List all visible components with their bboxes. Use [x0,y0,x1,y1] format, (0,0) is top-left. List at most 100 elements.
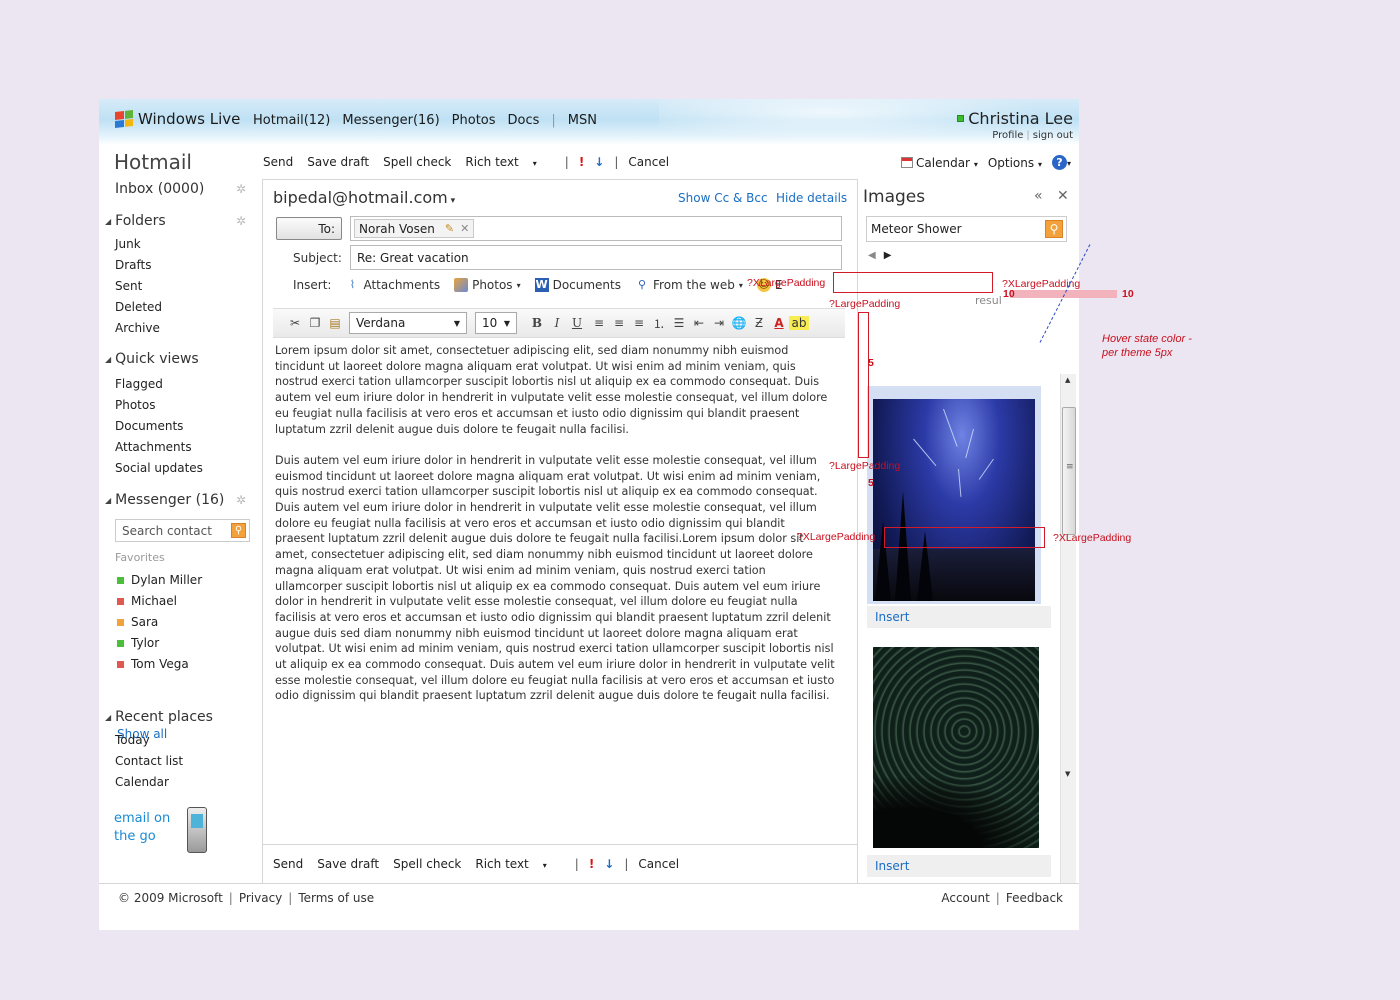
indent-icon[interactable]: ⇥ [709,316,729,330]
highlight-icon[interactable]: ab [789,316,809,330]
numbered-list-icon[interactable]: ⒈ [649,315,669,332]
contact-item[interactable]: Dylan Miller [117,570,202,591]
messenger-header[interactable]: ◢ Messenger (16) [105,492,224,508]
recent-today[interactable]: Today [115,730,183,751]
send-button[interactable]: Send [263,155,293,169]
scroll-thumb[interactable] [1062,407,1076,535]
spell-check-button[interactable]: Spell check [393,857,461,871]
font-select[interactable]: Verdana ▼ [349,312,467,334]
insert-from-web[interactable]: ⚲ From the web ▾ [635,278,743,292]
hide-details-link[interactable]: Hide details [776,191,847,205]
cut-icon[interactable]: ✂ [285,316,305,330]
nav-hotmail[interactable]: Hotmail(12) [253,113,330,128]
nav-messenger[interactable]: Messenger(16) [342,113,439,128]
low-importance-icon[interactable]: ↓ [594,155,604,169]
recent-calendar[interactable]: Calendar [115,772,183,793]
close-icon[interactable]: ✕ [1057,188,1069,204]
recent-contact-list[interactable]: Contact list [115,751,183,772]
high-importance-icon[interactable]: ! [579,155,584,169]
font-size-select[interactable]: 10 ▼ [475,312,517,334]
profile-link[interactable]: Profile [992,130,1023,141]
paste-icon[interactable]: ▤ [325,316,345,330]
next-arrow-icon[interactable]: ▶ [884,250,892,261]
user-name[interactable]: Christina Lee [968,109,1073,128]
quickview-attachments[interactable]: Attachments [115,437,203,458]
cancel-button[interactable]: Cancel [628,155,669,169]
from-selector[interactable]: bipedal@hotmail.com ▾ [273,188,455,207]
insert-photos[interactable]: Photos ▾ [454,278,521,292]
image-search-input[interactable]: Meteor Shower ⚲ [866,216,1067,242]
quickview-documents[interactable]: Documents [115,416,203,437]
contact-item[interactable]: Michael [117,591,202,612]
nav-docs[interactable]: Docs [508,113,540,128]
meteor-shower-image-1[interactable] [873,399,1035,601]
contact-item[interactable]: Tylor [117,633,202,654]
messenger-gear-icon[interactable]: ✲ [236,494,247,506]
quickview-photos[interactable]: Photos [115,395,203,416]
images-scrollbar[interactable]: ▲ ▼ [1060,374,1076,930]
to-field[interactable]: Norah Vosen ✎ ✕ [350,216,842,241]
bulleted-list-icon[interactable]: ☰ [669,316,689,330]
inbox-gear-icon[interactable]: ✲ [236,183,247,195]
folders-gear-icon[interactable]: ✲ [236,215,247,227]
remove-icon[interactable]: ✕ [460,222,469,235]
message-body[interactable]: Lorem ipsum dolor sit amet, consectetuer… [275,343,835,720]
high-importance-icon[interactable]: ! [589,857,594,871]
align-right-icon[interactable]: ≡ [629,316,649,330]
align-left-icon[interactable]: ≡ [589,316,609,330]
cancel-button[interactable]: Cancel [638,857,679,871]
folder-deleted[interactable]: Deleted [115,297,162,318]
italic-icon[interactable]: I [547,316,567,330]
outdent-icon[interactable]: ⇤ [689,316,709,330]
subject-field[interactable]: Re: Great vacation [350,245,842,270]
low-importance-icon[interactable]: ↓ [604,857,614,871]
recipient-chip[interactable]: Norah Vosen ✎ ✕ [354,219,475,238]
insert-attachments[interactable]: ⌇ Attachments [345,278,440,292]
search-icon[interactable]: ⚲ [1045,220,1063,238]
folder-sent[interactable]: Sent [115,276,162,297]
save-draft-button[interactable]: Save draft [317,857,379,871]
nav-photos[interactable]: Photos [452,113,496,128]
bold-icon[interactable]: B [527,316,547,330]
insert-image-button[interactable]: Insert [867,855,1051,877]
quick-views-header[interactable]: ◢ Quick views [105,351,199,367]
folders-header[interactable]: ◢ Folders [105,213,166,229]
scroll-up-icon[interactable]: ▲ [1065,376,1070,384]
recent-places-header[interactable]: ◢ Recent places [105,709,213,725]
copy-icon[interactable]: ❐ [305,316,325,330]
folder-archive[interactable]: Archive [115,318,162,339]
terms-link[interactable]: Terms of use [298,891,374,905]
contact-item[interactable]: Sara [117,612,202,633]
prev-arrow-icon[interactable]: ◀ [868,250,876,261]
nav-msn[interactable]: MSN [568,113,597,128]
search-icon[interactable]: ⚲ [231,523,246,538]
font-color-icon[interactable]: A [769,316,789,330]
to-button[interactable]: To: [276,217,342,240]
strikethrough-icon[interactable]: Ƶ [749,316,769,330]
save-draft-button[interactable]: Save draft [307,155,369,169]
calendar-menu[interactable]: Calendar ▾ [901,156,978,170]
rich-text-menu[interactable]: Rich text ▾ [465,155,550,169]
star-trails-image[interactable] [873,647,1039,848]
underline-icon[interactable]: U [567,316,587,330]
rich-text-menu[interactable]: Rich text ▾ [475,857,560,871]
contact-item[interactable]: Tom Vega [117,654,202,675]
insert-image-button[interactable]: Insert [867,606,1051,628]
help-menu[interactable]: ? ▾ [1051,155,1071,170]
show-cc-bcc-link[interactable]: Show Cc & Bcc [678,191,768,205]
presence-icon[interactable] [957,115,965,122]
scroll-down-icon[interactable]: ▼ [1065,770,1070,778]
mobile-promo-link[interactable]: email on the go [114,810,184,846]
hyperlink-icon[interactable]: 🌐 [729,316,749,330]
inbox-link[interactable]: Inbox (0000) [115,181,204,197]
search-contact-input[interactable]: Search contact ⚲ [115,519,250,542]
windows-live-logo[interactable]: Windows Live [115,110,240,128]
feedback-link[interactable]: Feedback [1006,891,1063,905]
edit-pencil-icon[interactable]: ✎ [445,222,454,235]
folder-drafts[interactable]: Drafts [115,255,162,276]
signout-link[interactable]: sign out [1033,130,1073,141]
privacy-link[interactable]: Privacy [239,891,282,905]
insert-documents[interactable]: W Documents [534,278,621,292]
folder-junk[interactable]: Junk [115,234,162,255]
phone-icon[interactable] [187,807,207,853]
